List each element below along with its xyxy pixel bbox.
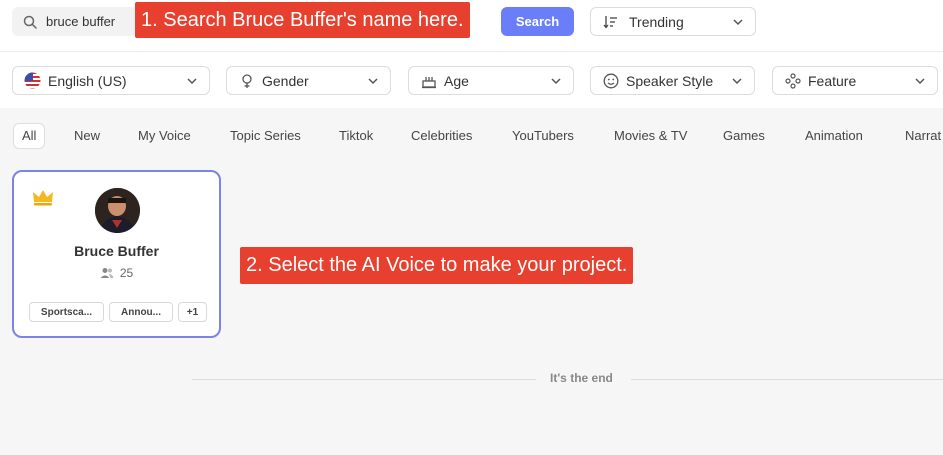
chevron-down-icon — [551, 78, 561, 85]
voice-usage: 25 — [14, 266, 219, 280]
tab-youtubers[interactable]: YouTubers — [512, 123, 574, 149]
cake-icon — [420, 72, 437, 89]
sort-icon — [603, 15, 617, 29]
tag-announcer[interactable]: Annou... — [109, 302, 173, 322]
chevron-down-icon — [733, 19, 743, 26]
divider — [0, 51, 943, 52]
tab-new[interactable]: New — [74, 123, 100, 149]
tag-sportscaster[interactable]: Sportsca... — [29, 302, 104, 322]
feature-label: Feature — [808, 72, 857, 89]
tab-tiktok[interactable]: Tiktok — [339, 123, 373, 149]
category-tabs: All New My Voice Topic Series Tiktok Cel… — [0, 118, 943, 154]
end-divider-left — [192, 379, 536, 380]
chevron-down-icon — [187, 78, 197, 85]
callout-step2: 2. Select the AI Voice to make your proj… — [240, 247, 634, 284]
age-filter[interactable]: Age — [408, 66, 574, 95]
tab-my-voice[interactable]: My Voice — [138, 123, 191, 149]
tab-movies-tv[interactable]: Movies & TV — [614, 123, 687, 149]
search-button[interactable]: Search — [501, 7, 574, 36]
search-icon — [23, 15, 37, 29]
chevron-down-icon — [915, 78, 925, 85]
language-label: English (US) — [48, 72, 127, 89]
tab-topic-series[interactable]: Topic Series — [230, 123, 301, 149]
sort-select[interactable]: Trending — [590, 7, 756, 36]
tab-narration[interactable]: Narrat — [905, 123, 941, 149]
users-icon — [100, 268, 114, 278]
feature-filter[interactable]: Feature — [772, 66, 938, 95]
age-label: Age — [444, 72, 469, 89]
avatar — [95, 188, 140, 233]
voice-card[interactable]: Bruce Buffer 25 Sportsca... Annou... +1 — [12, 170, 221, 338]
tab-games[interactable]: Games — [723, 123, 765, 149]
tag-more[interactable]: +1 — [178, 302, 207, 322]
tab-all[interactable]: All — [13, 123, 46, 149]
end-text: It's the end — [550, 371, 613, 385]
feature-icon — [784, 72, 801, 89]
search-input[interactable] — [46, 14, 132, 29]
sort-label: Trending — [629, 13, 684, 30]
gender-icon — [238, 72, 255, 89]
callout-step1: 1. Search Bruce Buffer's name here. — [135, 2, 470, 38]
crown-icon — [33, 190, 53, 206]
voice-name: Bruce Buffer — [74, 243, 159, 259]
search-box[interactable] — [12, 7, 142, 36]
gender-label: Gender — [262, 72, 309, 89]
voice-usage-count: 25 — [119, 266, 134, 280]
language-filter[interactable]: English (US) — [12, 66, 210, 95]
tab-animation[interactable]: Animation — [805, 123, 863, 149]
gender-filter[interactable]: Gender — [226, 66, 391, 95]
us-flag-icon — [24, 72, 41, 89]
tab-celebrities[interactable]: Celebrities — [411, 123, 472, 149]
chevron-down-icon — [732, 78, 742, 85]
speaker-style-label: Speaker Style — [626, 72, 714, 89]
speaker-style-filter[interactable]: Speaker Style — [590, 66, 755, 95]
smile-icon — [602, 72, 619, 89]
end-divider-right — [631, 379, 943, 380]
chevron-down-icon — [368, 78, 378, 85]
